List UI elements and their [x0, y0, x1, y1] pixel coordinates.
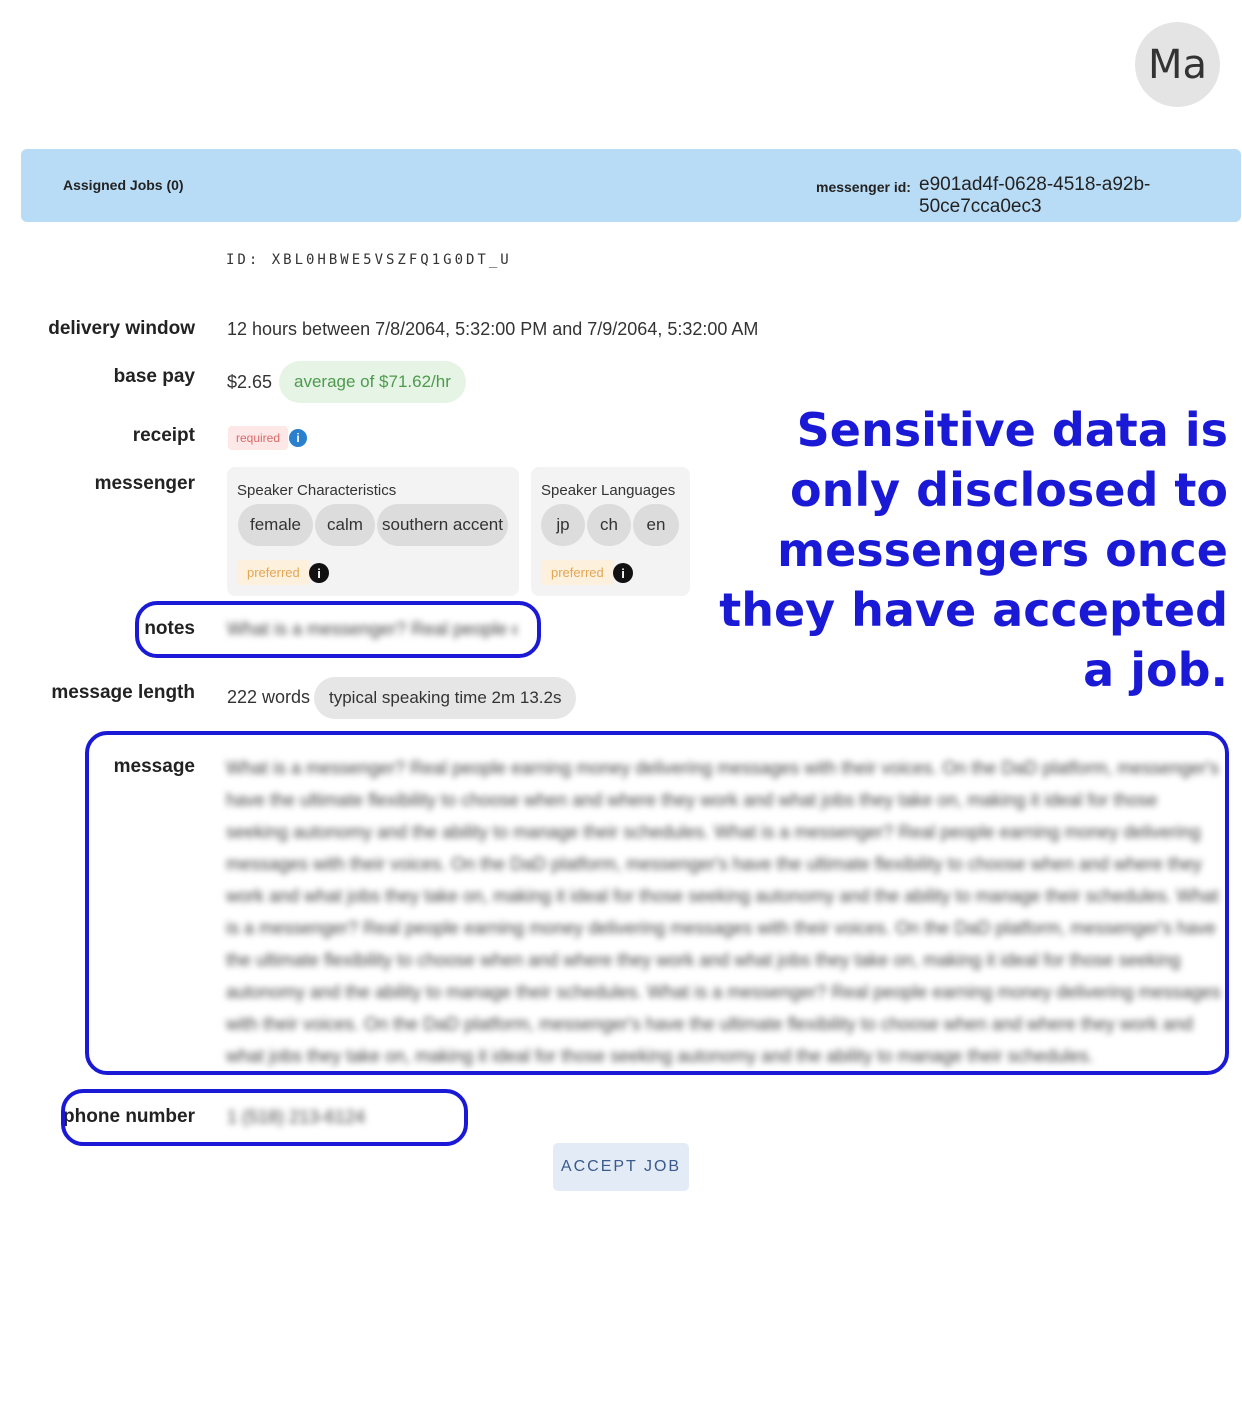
notes-highlight-outline [135, 601, 541, 658]
info-icon[interactable]: i [289, 429, 307, 447]
sensitive-data-annotation: Sensitive data is only disclosed to mess… [719, 403, 1228, 697]
speaker-characteristics-card: Speaker Characteristics female calm sout… [227, 467, 519, 596]
messenger-id-label: messenger id: [816, 179, 911, 195]
user-avatar[interactable]: Ma [1135, 22, 1220, 107]
characteristic-chip: calm [315, 504, 375, 546]
accept-job-button[interactable]: ACCEPT JOB [553, 1143, 689, 1191]
average-pay-badge: average of $71.62/hr [279, 361, 466, 403]
message-highlight-outline [85, 731, 1229, 1075]
characteristic-chip: female [238, 504, 313, 546]
base-pay-label: base pay [113, 366, 195, 387]
characteristic-chip: southern accent [377, 504, 508, 546]
speaking-time-badge: typical speaking time 2m 13.2s [314, 677, 577, 719]
preferred-tag: preferred [541, 560, 614, 585]
messenger-label: messenger [94, 473, 195, 494]
phone-highlight-outline [61, 1089, 468, 1146]
message-length-label: message length [51, 682, 195, 703]
language-chip: ch [587, 504, 631, 546]
preferred-tag: preferred [237, 560, 310, 585]
job-id: ID: XBL0HBWE5VSZFQ1G0DT_U [226, 252, 512, 268]
delivery-window-label: delivery window [48, 318, 195, 339]
language-chip: jp [541, 504, 585, 546]
message-length-value: 222 words [227, 687, 311, 707]
speaker-languages-card: Speaker Languages jp ch en preferred i [531, 467, 690, 596]
speaker-characteristics-title: Speaker Characteristics [237, 482, 397, 499]
info-icon[interactable]: i [309, 563, 329, 583]
messenger-id-value: e901ad4f-0628-4518-a92b-50ce7cca0ec3 [919, 174, 1151, 217]
info-icon[interactable]: i [613, 563, 633, 583]
base-pay-value: $2.65 [227, 372, 273, 392]
assigned-jobs-label[interactable]: Assigned Jobs (0) [63, 177, 184, 193]
jobs-header-bar: Assigned Jobs (0) messenger id: e901ad4f… [21, 149, 1241, 222]
delivery-window-value: 12 hours between 7/8/2064, 5:32:00 PM an… [227, 319, 759, 339]
receipt-required-tag: required [228, 426, 289, 450]
language-chip: en [633, 504, 679, 546]
receipt-label: receipt [132, 425, 195, 446]
speaker-languages-title: Speaker Languages [541, 482, 676, 499]
